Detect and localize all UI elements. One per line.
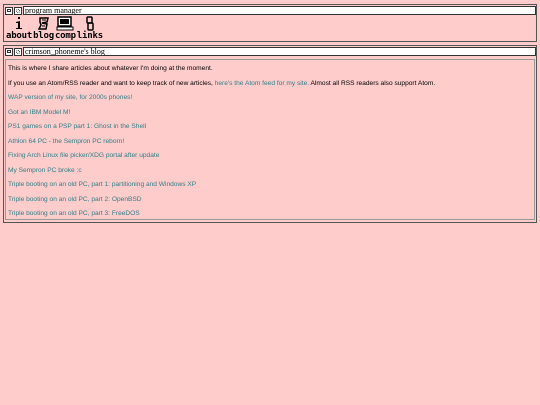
article-link[interactable]: PS1 games on a PSP part 1: Ghost in the … — [8, 123, 146, 130]
blog-label: blog — [33, 31, 54, 41]
about-launcher[interactable]: about — [6, 16, 32, 42]
about-label: about — [6, 31, 33, 41]
window-title: program manager — [23, 6, 536, 15]
blog-intro: This is where I share articles about wha… — [8, 65, 213, 72]
article-item: PS1 games on a PSP part 1: Ghost in the … — [8, 122, 534, 131]
article-link[interactable]: Fixing Arch Linux file picker/XDG portal… — [8, 152, 159, 159]
article-item: Got an IBM Model M! — [8, 108, 534, 117]
comp-label: comp — [54, 31, 76, 41]
article-item: Fixing Arch Linux file picker/XDG portal… — [8, 151, 534, 160]
article-item: Triple booting on an old PC, part 2: Ope… — [8, 195, 534, 204]
feed-text-before: If you use an Atom/RSS reader and want t… — [8, 79, 215, 87]
article-link[interactable]: WAP version of my site, for 2000s phones… — [8, 94, 132, 101]
article-item: Athlon 64 PC - the Sempron PC reborn! — [8, 137, 534, 146]
blog-titlebar: crimson_phoneme's blog — [4, 46, 536, 57]
atom-feed-link[interactable]: here's the Atom feed for my site. — [215, 80, 309, 87]
article-link[interactable]: Triple booting on an old PC, part 1: par… — [8, 181, 196, 188]
links-label: links — [76, 31, 103, 41]
blog-launcher[interactable]: blog — [33, 16, 54, 42]
article-item: My Sempron PC broke :c — [8, 166, 534, 175]
article-link[interactable]: Athlon 64 PC - the Sempron PC reborn! — [8, 138, 124, 145]
computer-icon — [56, 16, 74, 31]
scroll-icon — [37, 17, 49, 30]
chain-link-icon — [86, 16, 94, 31]
program-toolbar: about blog comp links — [4, 16, 536, 42]
article-link[interactable]: Triple booting on an old PC, part 3: Fre… — [8, 210, 140, 217]
article-item: Triple booting on an old PC, part 1: par… — [8, 180, 534, 189]
blog-content: This is where I share articles about wha… — [5, 59, 535, 220]
info-icon — [16, 17, 23, 29]
article-item: WAP version of my site, for 2000s phones… — [8, 93, 534, 102]
article-link[interactable]: Triple booting on an old PC, part 2: Ope… — [8, 196, 142, 203]
gear-icon[interactable] — [14, 47, 22, 56]
feed-paragraph: If you use an Atom/RSS reader and want t… — [8, 79, 534, 88]
window-title: crimson_phoneme's blog — [23, 47, 536, 56]
feed-text-after: Almost all RSS readers also support Atom… — [309, 79, 436, 87]
links-launcher[interactable]: links — [77, 16, 103, 42]
comp-launcher[interactable]: comp — [55, 16, 76, 42]
article-item: Triple booting on an old PC, part 3: Fre… — [8, 209, 534, 218]
program-manager-titlebar: program manager — [4, 5, 536, 16]
minimize-icon[interactable] — [5, 47, 13, 56]
minimize-icon[interactable] — [5, 6, 13, 15]
gear-icon[interactable] — [14, 6, 22, 15]
article-link[interactable]: Got an IBM Model M! — [8, 109, 70, 116]
article-link[interactable]: My Sempron PC broke :c — [8, 167, 82, 174]
program-manager-window: program manager about blog comp links — [3, 4, 537, 42]
blog-window: crimson_phoneme's blog This is where I s… — [3, 45, 537, 223]
